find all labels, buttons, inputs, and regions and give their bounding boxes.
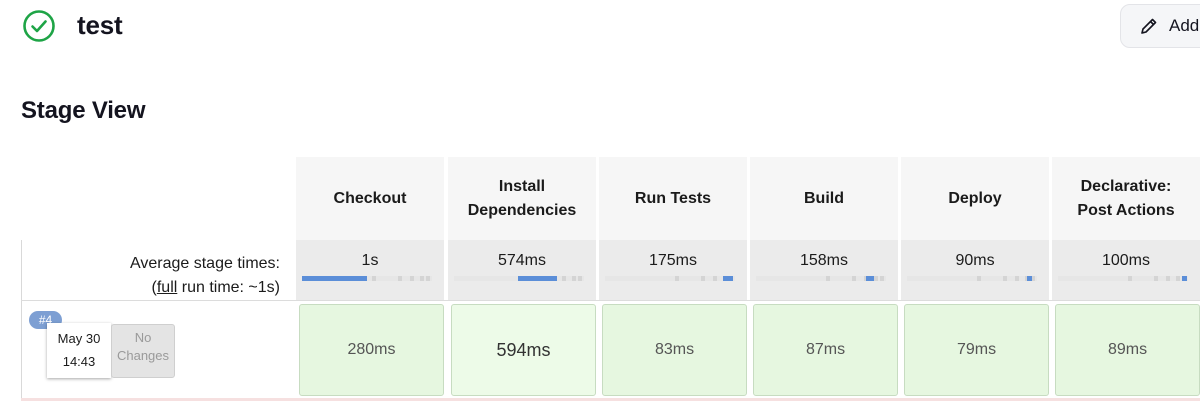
check-circle-icon — [23, 10, 55, 42]
stage-average-time: 100ms — [1101, 252, 1151, 269]
bar-tick — [675, 276, 679, 281]
stage-name: Declarative: Post Actions — [1077, 175, 1174, 223]
stage-name-line1: Run Tests — [634, 189, 712, 207]
add-button-label: Add — [1169, 16, 1200, 35]
stage-name: Install Dependencies — [468, 175, 576, 223]
bar-tick — [426, 276, 430, 281]
stage-average-cell: 100ms — [1052, 240, 1200, 300]
bar-tick — [398, 276, 402, 281]
bar-tick — [1128, 276, 1132, 281]
bar-tick — [562, 276, 566, 281]
stage-time-bar — [605, 276, 735, 281]
stage-header-3: Build — [750, 157, 900, 240]
stage-time-bar — [302, 276, 432, 281]
stage-average-cell: 175ms — [599, 240, 749, 300]
stage-run-cell[interactable]: 89ms — [1055, 304, 1200, 396]
bar-tick — [1003, 276, 1007, 281]
stage-time-bar — [756, 276, 886, 281]
stage-average-time: 158ms — [799, 252, 849, 269]
bar-tick — [420, 276, 424, 281]
bar-tick — [701, 276, 705, 281]
stage-name-line1: Install — [498, 177, 546, 195]
job-page: test Add Stage View Average stage times:… — [0, 0, 1200, 403]
bar-tick — [578, 276, 582, 281]
bar-tick — [852, 276, 856, 281]
bar-fill — [302, 276, 367, 281]
bar-tick — [1015, 276, 1019, 281]
avg-label-line1: Average stage times: — [129, 255, 280, 272]
row-divider — [21, 300, 1200, 301]
stage-average-cell: 574ms — [448, 240, 598, 300]
stage-average-time: 1s — [361, 252, 379, 269]
stage-run-cell[interactable]: 87ms — [753, 304, 898, 396]
bar-tick — [372, 276, 376, 281]
stage-average-time: 90ms — [955, 252, 995, 269]
bar-fill — [1027, 276, 1032, 281]
bar-tick — [410, 276, 414, 281]
avg-label-line2: (full run time: ~1s) — [130, 276, 280, 300]
stage-average-cell: 158ms — [750, 240, 900, 300]
stage-name-line2: Post Actions — [1077, 201, 1175, 219]
full-run-time-link[interactable]: full — [157, 279, 177, 296]
stage-name-line1: Checkout — [333, 189, 407, 207]
stage-name: Checkout — [334, 187, 407, 211]
stage-name-line1: Deploy — [948, 189, 1002, 207]
stage-header-4: Deploy — [901, 157, 1051, 240]
stage-name: Build — [804, 187, 844, 211]
stage-header-0: Checkout — [296, 157, 446, 240]
stage-name: Run Tests — [635, 187, 711, 211]
average-stage-times-label: Average stage times: (full run time: ~1s… — [130, 252, 280, 300]
bar-tick — [826, 276, 830, 281]
bar-tick — [1166, 276, 1170, 281]
bar-tick — [1176, 276, 1180, 281]
stage-average-time: 574ms — [497, 252, 547, 269]
bar-tick — [713, 276, 717, 281]
changes-line2: Changes — [116, 348, 170, 363]
stage-run-cell[interactable]: 594ms — [451, 304, 596, 396]
changes-line1: No — [134, 330, 152, 345]
build-date: May 30 — [57, 331, 101, 346]
stage-view-title: Stage View — [21, 97, 146, 124]
stage-average-cell: 1s — [296, 240, 446, 300]
stage-name-line2: Dependencies — [467, 201, 577, 219]
stage-header-5: Declarative: Post Actions — [1052, 157, 1200, 240]
bar-fill — [518, 276, 557, 281]
bar-fill — [866, 276, 874, 281]
stage-name-line1: Build — [804, 189, 844, 207]
pencil-icon — [1141, 18, 1157, 34]
bar-tick — [1154, 276, 1158, 281]
avg-label-rest: run time: ~1s) — [177, 279, 280, 296]
add-description-button[interactable]: Add — [1120, 4, 1200, 48]
stage-header-2: Run Tests — [599, 157, 749, 240]
job-title: test — [77, 10, 123, 40]
bar-tick — [977, 276, 981, 281]
bar-fill — [723, 276, 733, 281]
stage-time-bar — [454, 276, 584, 281]
stage-time-bar — [907, 276, 1037, 281]
changes-card[interactable]: No Changes — [111, 324, 175, 378]
stage-run-cell[interactable]: 83ms — [602, 304, 747, 396]
stage-run-cell[interactable]: 79ms — [904, 304, 1049, 396]
bar-fill — [1182, 276, 1187, 281]
stage-time-bar — [1058, 276, 1188, 281]
stage-name-line1: Declarative: — [1080, 177, 1172, 195]
bar-tick — [880, 276, 884, 281]
bar-tick — [572, 276, 576, 281]
bar-tick — [874, 276, 878, 281]
build-time: 14:43 — [62, 354, 96, 369]
stage-header-1: Install Dependencies — [448, 157, 598, 240]
build-date-card[interactable]: May 30 14:43 — [47, 323, 111, 378]
stage-average-cell: 90ms — [901, 240, 1051, 300]
stage-average-time: 175ms — [648, 252, 698, 269]
next-row-edge — [21, 398, 1200, 401]
stage-run-cell[interactable]: 280ms — [299, 304, 444, 396]
stage-name: Deploy — [948, 187, 1001, 211]
